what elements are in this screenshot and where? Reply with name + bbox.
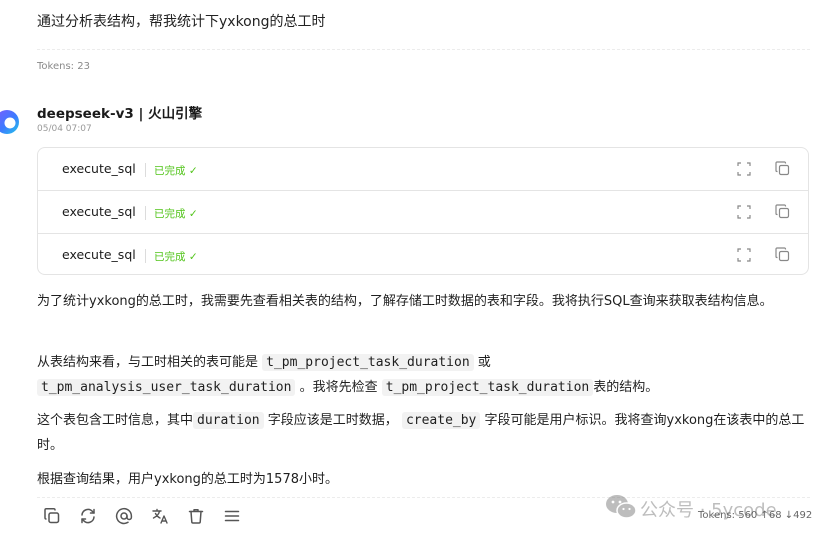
tool-call-name: execute_sql (62, 161, 136, 176)
tool-call-name: execute_sql (62, 247, 136, 262)
copy-icon[interactable] (775, 247, 790, 262)
model-avatar-icon (0, 110, 19, 134)
inline-code: create_by (401, 412, 481, 429)
tool-call-status: 已完成 ✓ (154, 251, 198, 263)
tool-calls-panel: execute_sql 已完成 ✓ execute_sql 已完成 ✓ exec… (37, 147, 809, 275)
inline-code: duration (193, 412, 264, 429)
inline-code: t_pm_project_task_duration (262, 354, 474, 371)
copy-icon[interactable] (43, 507, 61, 525)
tool-call-divider (145, 163, 146, 177)
tool-call-divider (145, 249, 146, 263)
model-name: deepseek-v3 | 火山引擎 (37, 106, 203, 122)
expand-icon[interactable] (737, 205, 751, 219)
translate-icon[interactable] (151, 507, 169, 525)
delete-icon[interactable] (187, 507, 205, 525)
text-span: 从表结构来看，与工时相关的表可能是 (37, 355, 259, 370)
answer-paragraph-4: 根据查询结果，用户yxkong的总工时为1578小时。 (37, 472, 338, 487)
message-timestamp: 05/04 07:07 (37, 124, 92, 134)
inline-code: t_pm_analysis_user_task_duration (37, 379, 296, 396)
tool-call-row[interactable]: execute_sql 已完成 ✓ (38, 191, 808, 234)
inline-code: t_pm_project_task_duration (381, 379, 594, 396)
copy-icon[interactable] (775, 161, 790, 176)
copy-icon[interactable] (775, 204, 790, 219)
menu-icon[interactable] (223, 507, 241, 525)
text-span: 或 (477, 355, 491, 370)
regenerate-icon[interactable] (79, 507, 97, 525)
expand-icon[interactable] (737, 162, 751, 176)
tool-call-row[interactable]: execute_sql 已完成 ✓ (38, 234, 808, 274)
tool-call-row[interactable]: execute_sql 已完成 ✓ (38, 148, 808, 191)
watermark: 公众号 · 5ycode (605, 494, 777, 524)
answer-paragraph-2: 从表结构来看，与工时相关的表可能是 t_pm_project_task_dura… (37, 350, 812, 400)
text-span: 。我将先检查 (299, 380, 378, 395)
answer-paragraph-3: 这个表包含工时信息，其中 duration 字段应该是工时数据， create_b… (37, 408, 812, 458)
wechat-icon (606, 495, 637, 519)
tool-call-status: 已完成 ✓ (154, 208, 198, 220)
tool-call-status: 已完成 ✓ (154, 165, 198, 177)
answer-paragraph-1: 为了统计yxkong的总工时，我需要先查看相关表的结构，了解存储工时数据的表和字… (37, 294, 773, 309)
watermark-text: 公众号 · 5ycode (640, 500, 777, 521)
user-message-text: 通过分析表结构，帮我统计下yxkong的总工时 (37, 14, 326, 30)
message-separator (37, 49, 810, 50)
text-span: 这个表包含工时信息，其中 (37, 413, 194, 428)
user-message-tokens: Tokens: 23 (37, 61, 90, 72)
tool-call-divider (145, 206, 146, 220)
expand-icon[interactable] (737, 248, 751, 262)
mention-icon[interactable] (115, 507, 133, 525)
tool-call-name: execute_sql (62, 204, 136, 219)
text-span: 字段应该是工时数据， (267, 413, 398, 428)
text-span: 表的结构。 (593, 380, 659, 395)
